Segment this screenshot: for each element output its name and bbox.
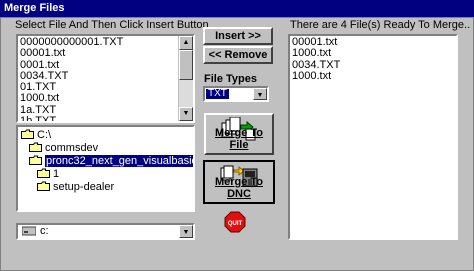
tree-item[interactable]: C:\: [21, 129, 51, 142]
folder-icon: [21, 129, 34, 139]
tree-item-label: pronc32_next_gen_visualbasic_5-: [45, 155, 193, 167]
merge-list-items: 00001.txt 1000.txt 0034.TXT 1000.txt: [290, 36, 456, 83]
file-list-scrollbar[interactable]: ▲ ▼: [178, 36, 193, 121]
drive-selector[interactable]: c: ▼: [16, 223, 195, 240]
file-list-items: 0000000000001.TXT 00001.txt 0001.txt 0034.T…: [18, 36, 193, 121]
merge-to-file-button[interactable]: Merge To File: [204, 113, 274, 155]
tree-item-label: 1: [53, 168, 60, 180]
scroll-down-button[interactable]: ▼: [179, 107, 193, 121]
quit-button[interactable]: QUIT: [224, 211, 246, 233]
tree-item-label: C:\: [37, 129, 52, 141]
file-list-item[interactable]: 00001.txt: [20, 47, 191, 59]
file-list[interactable]: 0000000000001.TXT 00001.txt 0001.txt 0034.T…: [16, 34, 195, 123]
merge-to-dnc-button[interactable]: Merge To DNC: [203, 160, 275, 204]
file-types-value: TXT: [206, 88, 229, 99]
file-types-dropdown-button[interactable]: ▼: [253, 88, 267, 100]
tree-item[interactable]: setup-dealer: [37, 181, 114, 194]
drive-icon: [21, 226, 37, 239]
tree-item[interactable]: 1: [37, 168, 59, 181]
drive-value: c:: [40, 225, 49, 237]
merge-list-item[interactable]: 1000.txt: [292, 47, 454, 59]
merge-to-file-label: Merge To File: [214, 127, 264, 151]
ready-to-merge-label: There are 4 File(s) Ready To Merge..: [290, 19, 471, 31]
tree-item[interactable]: pronc32_next_gen_visualbasic_5-: [29, 155, 193, 168]
drive-dropdown-button[interactable]: ▼: [179, 225, 193, 238]
main-panel: Select File And Then Click Insert Button…: [0, 17, 474, 271]
insert-button[interactable]: Insert >>: [203, 27, 273, 45]
tree-item[interactable]: commsdev: [29, 142, 98, 155]
tree-item-label: commsdev: [45, 142, 99, 154]
stop-sign-icon: QUIT: [224, 211, 246, 233]
folder-icon: [29, 155, 42, 165]
remove-button[interactable]: << Remove: [203, 46, 273, 64]
file-types-label: File Types: [204, 73, 257, 85]
scroll-up-button[interactable]: ▲: [179, 36, 193, 50]
merge-list[interactable]: 00001.txt 1000.txt 0034.TXT 1000.txt: [288, 34, 458, 240]
window-title: Merge Files: [0, 0, 474, 17]
select-file-label: Select File And Then Click Insert Button: [15, 19, 209, 31]
scroll-thumb[interactable]: [179, 50, 193, 80]
file-list-item[interactable]: 1b.TXT: [20, 115, 191, 121]
folder-icon: [37, 181, 50, 191]
tree-item-label: setup-dealer: [53, 181, 115, 193]
folder-icon: [37, 168, 50, 178]
file-types-select[interactable]: TXT ▼: [203, 86, 269, 102]
folder-icon: [29, 142, 42, 152]
merge-list-item[interactable]: 1000.txt: [292, 70, 454, 82]
merge-to-dnc-label: Merge To DNC: [214, 176, 264, 200]
quit-label: QUIT: [228, 221, 243, 227]
directory-tree[interactable]: C:\commsdevpronc32_next_gen_visualbasic_…: [16, 125, 195, 212]
